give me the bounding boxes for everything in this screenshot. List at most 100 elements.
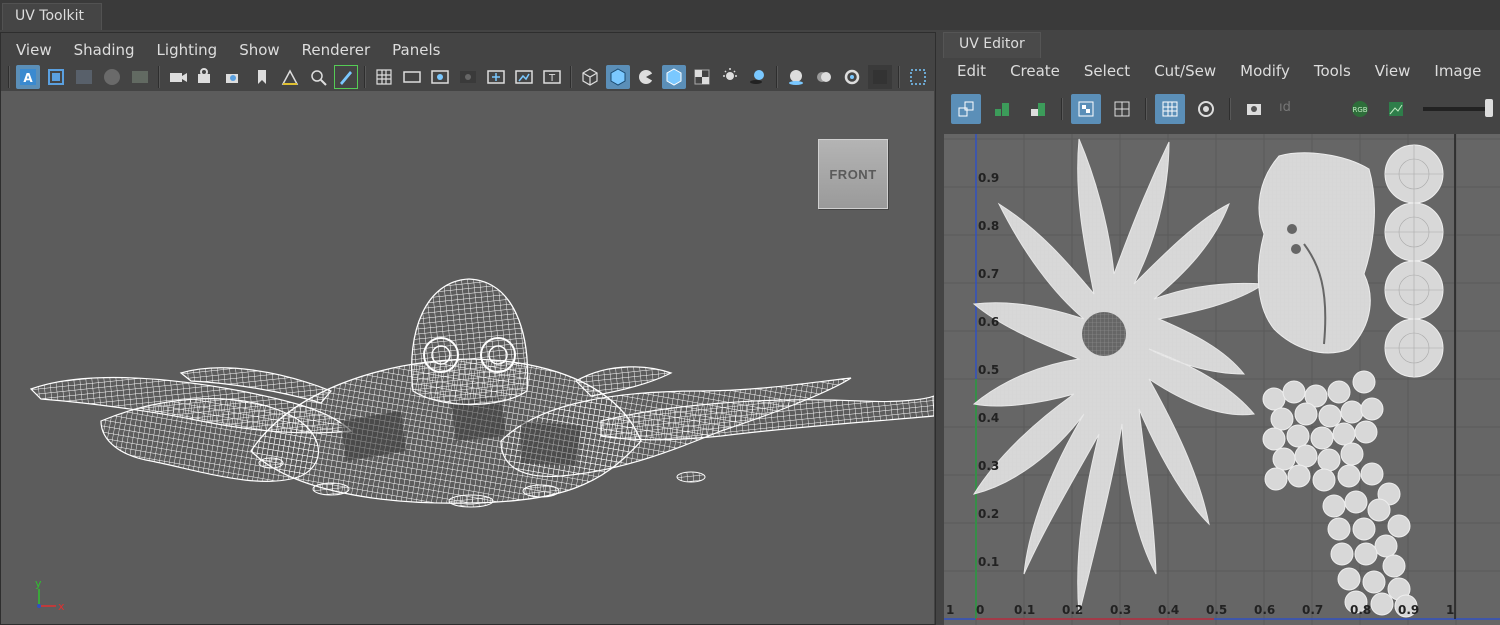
uv-u-tick-label: 1 (1446, 603, 1454, 617)
uv-sucker-shell (1270, 407, 1294, 431)
menu-create[interactable]: Create (1010, 62, 1060, 80)
uv-sucker-shell (1322, 494, 1346, 518)
view-cube-front[interactable]: FRONT (818, 139, 888, 209)
uv-grid-icon[interactable] (1107, 94, 1137, 124)
grease-pencil-icon[interactable] (306, 65, 330, 89)
top-tab-strip: UV Toolkit (0, 0, 1500, 30)
uv-v-tick-label: 0.2 (978, 507, 999, 521)
3d-viewport[interactable]: y x FRONT (1, 91, 934, 624)
toolbar-separator (364, 66, 366, 88)
anti-aliasing-icon[interactable] (840, 65, 864, 89)
uv-sucker-shell (1362, 570, 1386, 594)
uv-sucker-shell (1286, 424, 1310, 448)
menu-lighting[interactable]: Lighting (157, 41, 218, 59)
menu-view[interactable]: View (1375, 62, 1411, 80)
isolate-select-icon[interactable] (906, 65, 930, 89)
toolbar-separator (776, 66, 778, 88)
grid-icon[interactable] (372, 65, 396, 89)
uv-sucker-shell (1382, 554, 1406, 578)
menu-shading[interactable]: Shading (74, 41, 135, 59)
uv-v-tick-label: 0.3 (978, 459, 999, 473)
camera-attributes-icon[interactable] (222, 65, 246, 89)
gate-mask-icon[interactable] (456, 65, 480, 89)
uv-editor-menubar: Edit Create Select Cut/Sew Modify Tools … (957, 56, 1481, 86)
svg-text:T: T (548, 73, 556, 84)
uv-sucker-shell (1330, 542, 1354, 566)
lighting-icon[interactable] (718, 65, 742, 89)
rgb-channels-icon[interactable]: RGB (1345, 94, 1375, 124)
uv-shell-select-icon[interactable] (951, 94, 981, 124)
exposure-slider-icon[interactable] (1423, 99, 1493, 117)
ambient-occlusion-icon[interactable] (784, 65, 808, 89)
2d-pan-zoom-icon[interactable] (278, 65, 302, 89)
wireframe-on-shaded-icon[interactable] (662, 65, 686, 89)
bookmark-icon[interactable] (250, 65, 274, 89)
toolbar-separator (1061, 98, 1063, 120)
menu-modify[interactable]: Modify (1240, 62, 1290, 80)
isolate-uv-icon[interactable] (1071, 94, 1101, 124)
uv-eye-hole (1287, 224, 1297, 234)
viewport-toolbar: A T (6, 62, 932, 92)
uv-editor-toolbar: ıd RGB (951, 94, 1500, 124)
octopus-wireframe-model: y x (29, 278, 934, 613)
edit-pencil-icon[interactable] (334, 65, 358, 89)
uv-u-tick-label: 0 (976, 603, 984, 617)
uv-sucker-shell (1367, 498, 1391, 522)
uv-toolkit-tab[interactable]: UV Toolkit (2, 3, 102, 30)
svg-text:A: A (23, 71, 33, 85)
resolution-gate-icon[interactable] (428, 65, 452, 89)
toolbar-separator (1145, 98, 1147, 120)
slider-knob[interactable] (1485, 99, 1493, 117)
menu-cut-sew[interactable]: Cut/Sew (1154, 62, 1216, 80)
uv-v-tick-label: 0.4 (978, 411, 999, 425)
uv-sucker-shell (1352, 517, 1376, 541)
uv-sucker-shell (1317, 448, 1341, 472)
viewport-menubar: View Shading Lighting Show Renderer Pane… (16, 35, 440, 65)
uv-editor-tab[interactable]: UV Editor (943, 32, 1041, 58)
uv-u-tick-label: 0.6 (1254, 603, 1275, 617)
xray-icon[interactable] (690, 65, 714, 89)
shaded-ball-icon[interactable] (100, 65, 124, 89)
motion-blur-icon[interactable] (812, 65, 836, 89)
menu-tools[interactable]: Tools (1314, 62, 1351, 80)
uv-editor-panel: UV Editor Edit Create Select Cut/Sew Mod… (943, 30, 1500, 625)
menu-renderer[interactable]: Renderer (302, 41, 370, 59)
menu-view[interactable]: View (16, 41, 52, 59)
uv-v-tick-label: 0.6 (978, 315, 999, 329)
default-material-icon[interactable] (634, 65, 658, 89)
image-plane-icon[interactable] (44, 65, 68, 89)
safe-title-icon[interactable]: T (540, 65, 564, 89)
uv-u-tick-label: 0.7 (1302, 603, 1323, 617)
uv-grid-canvas[interactable]: 1 0 0.1 0.2 0.3 0.4 0.5 0.6 0.7 0.8 0.9 1 0.9 0.8 0.7… (944, 134, 1500, 625)
menu-panels[interactable]: Panels (392, 41, 440, 59)
checker-icon[interactable] (1155, 94, 1185, 124)
distortion-icon[interactable] (1191, 94, 1221, 124)
textured-ball-icon[interactable] (128, 65, 152, 89)
uv-sucker-shell (1354, 542, 1378, 566)
uv-v-axis-ticks: 0.9 0.8 0.7 0.6 0.5 0.4 0.3 0.2 0.1 (978, 171, 999, 569)
select-camera-icon[interactable]: A (16, 65, 40, 89)
film-gate-icon[interactable] (400, 65, 424, 89)
menu-select[interactable]: Select (1084, 62, 1130, 80)
uv-shell-suckers (1262, 370, 1418, 618)
stack-icon[interactable] (987, 94, 1017, 124)
menu-show[interactable]: Show (239, 41, 279, 59)
camera-lock-icon[interactable] (194, 65, 218, 89)
grid-camera-icon[interactable] (72, 65, 96, 89)
camera-icon[interactable] (166, 65, 190, 89)
texture-display-icon[interactable] (1381, 94, 1411, 124)
snapshot-icon[interactable] (1239, 94, 1269, 124)
menu-image[interactable]: Image (1434, 62, 1481, 80)
toolbar-separator (8, 66, 10, 88)
depth-of-field-icon[interactable] (868, 65, 892, 89)
shadows-icon[interactable] (746, 65, 770, 89)
menu-edit[interactable]: Edit (957, 62, 986, 80)
field-chart-icon[interactable] (484, 65, 508, 89)
uv-texture-field[interactable]: ıd (1275, 97, 1339, 121)
orient-icon[interactable] (1023, 94, 1053, 124)
wireframe-icon[interactable] (578, 65, 602, 89)
smooth-shade-icon[interactable] (606, 65, 630, 89)
uv-eye-hole (1291, 244, 1301, 254)
uv-sucker-shell (1294, 402, 1318, 426)
safe-action-icon[interactable] (512, 65, 536, 89)
